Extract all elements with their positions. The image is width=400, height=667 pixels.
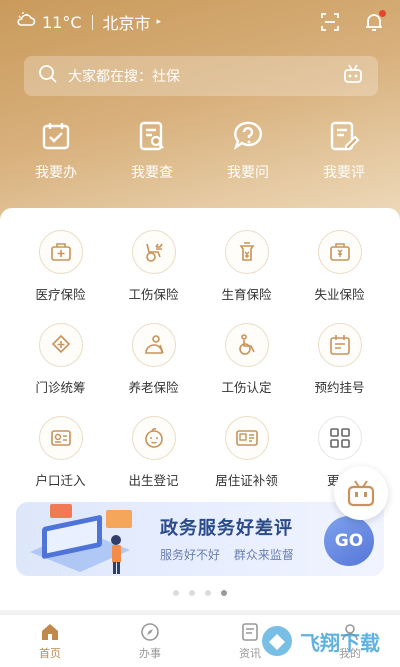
grid-icon xyxy=(317,416,362,460)
service-household-transfer[interactable]: 户口迁入 xyxy=(14,416,107,489)
service-label: 工伤保险 xyxy=(128,287,179,302)
quick-action-handle[interactable]: 我要办 xyxy=(16,120,96,190)
floating-robot-button[interactable] xyxy=(334,466,388,520)
compass-icon xyxy=(141,622,159,641)
notification-bell-icon[interactable] xyxy=(364,10,386,32)
service-label: 户口迁入 xyxy=(35,473,86,488)
banner-title: 政务服务好差评 xyxy=(160,518,293,539)
robot-assistant-icon[interactable] xyxy=(342,64,364,88)
tab-label: 办事 xyxy=(139,646,161,660)
service-outpatient-pooling[interactable]: 门诊统筹 xyxy=(14,323,107,396)
service-label: 失业保险 xyxy=(314,287,365,302)
search-bar[interactable]: 大家都在搜：社保 xyxy=(24,56,378,96)
elder-icon xyxy=(131,323,176,367)
banner-subtitle: 服务好不好 群众来监督 xyxy=(160,546,294,563)
service-label: 养老保险 xyxy=(128,380,179,395)
quick-actions: 我要办 我要查 我要问 我要评 xyxy=(0,120,400,190)
go-button[interactable]: GO xyxy=(324,516,374,566)
banner-sub-right: 群众来监督 xyxy=(233,548,294,562)
banner-illustration xyxy=(30,504,132,574)
wheelchair-icon xyxy=(224,323,269,367)
briefcase-yuan-icon xyxy=(317,230,362,274)
carousel-dot[interactable] xyxy=(205,590,211,596)
clinic-icon xyxy=(38,323,83,367)
watermark-logo xyxy=(262,626,292,656)
cloud-icon xyxy=(16,11,36,33)
tab-label: 资讯 xyxy=(239,646,261,660)
service-label: 生育保险 xyxy=(221,287,272,302)
question-bubble-icon xyxy=(233,121,263,150)
service-unemployment-insurance[interactable]: 失业保险 xyxy=(293,230,386,303)
service-label: 出生登记 xyxy=(128,473,179,488)
quick-action-ask[interactable]: 我要问 xyxy=(208,120,288,190)
service-pension-insurance[interactable]: 养老保险 xyxy=(107,323,200,396)
service-residence-permit-reissue[interactable]: 居住证补领 xyxy=(200,416,293,489)
service-medical-insurance[interactable]: 医疗保险 xyxy=(14,230,107,303)
residence-card-icon xyxy=(224,416,269,460)
notification-dot xyxy=(379,10,386,17)
top-bar: 11°C 北京市 ▸ xyxy=(0,0,400,44)
quick-action-label: 我要办 xyxy=(35,165,77,181)
tab-home[interactable]: 首页 xyxy=(0,615,100,667)
quick-action-label: 我要问 xyxy=(227,165,269,181)
baby-face-icon xyxy=(131,416,176,460)
watermark-text: 飞翔下载 xyxy=(300,630,380,655)
city-name: 北京市 xyxy=(102,14,151,33)
wheelchair-yuan-icon xyxy=(131,230,176,274)
search-document-icon xyxy=(139,121,164,151)
service-label: 医疗保险 xyxy=(35,287,86,302)
id-card-icon xyxy=(38,416,83,460)
search-placeholder: 大家都在搜：社保 xyxy=(68,69,180,85)
divider xyxy=(91,14,93,30)
temperature: 11°C xyxy=(42,12,82,32)
quick-action-label: 我要评 xyxy=(323,165,365,181)
carousel-dot[interactable] xyxy=(173,590,179,596)
service-appointment[interactable]: 预约挂号 xyxy=(293,323,386,396)
service-label: 门诊统筹 xyxy=(35,380,86,395)
watermark: 飞翔下载 xyxy=(260,616,400,666)
caret-right-icon: ▸ xyxy=(156,17,162,27)
edit-document-icon xyxy=(330,121,360,151)
medical-box-icon xyxy=(38,230,83,274)
service-label: 居住证补领 xyxy=(215,473,278,488)
baby-bottle-icon xyxy=(224,230,269,274)
tab-affairs[interactable]: 办事 xyxy=(100,615,200,667)
service-label: 工伤认定 xyxy=(221,380,272,395)
carousel-dot-active[interactable] xyxy=(221,590,227,596)
scan-icon[interactable] xyxy=(320,12,340,32)
quick-action-review[interactable]: 我要评 xyxy=(304,120,384,190)
news-icon xyxy=(242,622,258,641)
robot-icon xyxy=(347,480,375,507)
service-work-injury-determination[interactable]: 工伤认定 xyxy=(200,323,293,396)
service-label: 预约挂号 xyxy=(314,380,365,395)
service-maternity-insurance[interactable]: 生育保险 xyxy=(200,230,293,303)
tab-label: 首页 xyxy=(39,646,61,660)
carousel-dot[interactable] xyxy=(189,590,195,596)
quick-action-label: 我要查 xyxy=(131,165,173,181)
calendar-icon xyxy=(317,323,362,367)
carousel-indicator xyxy=(0,590,400,596)
services-grid: 医疗保险 工伤保险 生育保险 失业保险 门诊统筹 养老保险 工伤认定 预约挂号 … xyxy=(14,230,386,489)
calendar-check-icon xyxy=(42,123,70,150)
service-birth-registration[interactable]: 出生登记 xyxy=(107,416,200,489)
weather-location[interactable]: 11°C 北京市 ▸ xyxy=(16,10,161,34)
home-icon xyxy=(42,623,58,640)
service-work-injury-insurance[interactable]: 工伤保险 xyxy=(107,230,200,303)
search-icon xyxy=(38,64,58,88)
banner-sub-left: 服务好不好 xyxy=(160,548,221,562)
review-banner[interactable]: 政务服务好差评 服务好不好 群众来监督 GO xyxy=(16,502,384,576)
quick-action-query[interactable]: 我要查 xyxy=(112,120,192,190)
